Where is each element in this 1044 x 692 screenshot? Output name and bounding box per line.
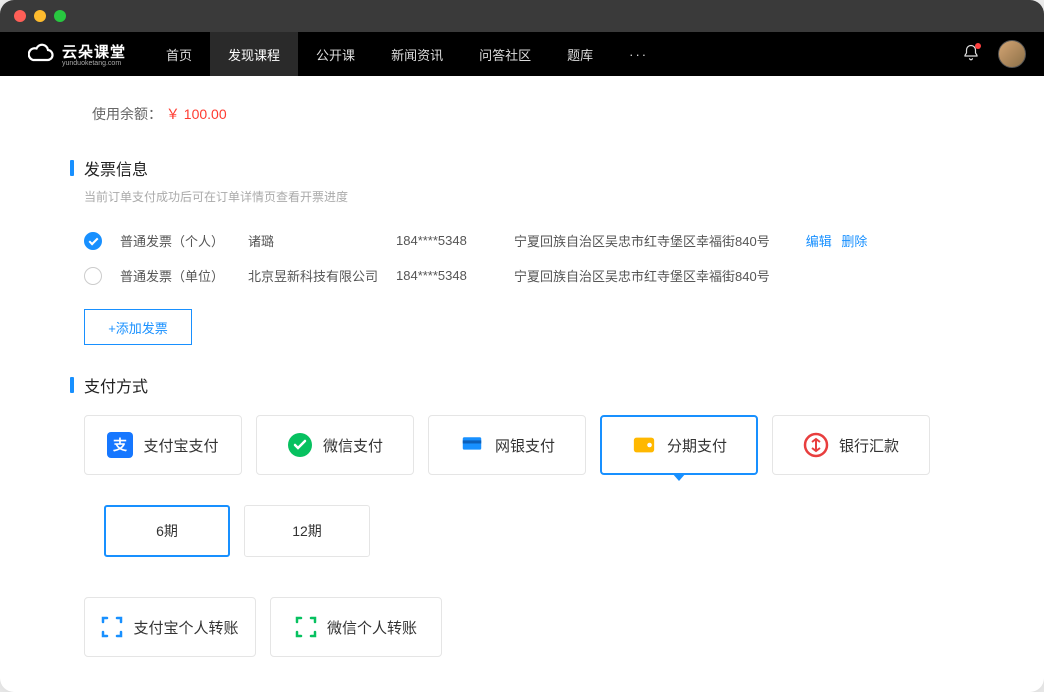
installment-options: 6期 12期 xyxy=(104,505,974,557)
invoice-radio-company[interactable] xyxy=(84,267,102,285)
logo[interactable]: 云朵课堂 yunduoketang.com xyxy=(28,41,126,67)
nav-question-bank[interactable]: 题库 xyxy=(549,32,611,76)
app-window: 云朵课堂 yunduoketang.com 首页 发现课程 公开课 新闻资讯 问… xyxy=(0,0,1044,692)
window-titlebar xyxy=(0,0,1044,32)
invoice-phone: 184****5348 xyxy=(396,233,496,248)
pay-bank-transfer[interactable]: 银行汇款 xyxy=(772,415,930,475)
invoice-address: 宁夏回族自治区吴忠市红寺堡区幸福街840号 xyxy=(514,266,770,285)
add-invoice-button[interactable]: +添加发票 xyxy=(84,309,192,345)
notification-badge xyxy=(975,43,981,49)
minimize-window-button[interactable] xyxy=(34,10,46,22)
user-avatar[interactable] xyxy=(998,40,1026,68)
installment-12[interactable]: 12期 xyxy=(244,505,370,557)
invoice-type: 普通发票（个人） xyxy=(120,231,230,250)
personal-transfer-row: 支付宝个人转账 微信个人转账 xyxy=(84,597,974,657)
maximize-window-button[interactable] xyxy=(54,10,66,22)
scan-bracket-icon xyxy=(101,616,123,638)
pay-installment[interactable]: 分期支付 xyxy=(600,415,758,475)
alipay-personal-transfer[interactable]: 支付宝个人转账 xyxy=(84,597,256,657)
nav-news[interactable]: 新闻资讯 xyxy=(373,32,461,76)
invoice-row-company: 普通发票（单位） 北京昱新科技有限公司 184****5348 宁夏回族自治区吴… xyxy=(70,258,974,293)
close-window-button[interactable] xyxy=(14,10,26,22)
nav-qa-community[interactable]: 问答社区 xyxy=(461,32,549,76)
cloud-logo-icon xyxy=(28,42,56,66)
invoice-address: 宁夏回族自治区吴忠市红寺堡区幸福街840号 xyxy=(514,231,770,250)
balance-label: 使用余额： xyxy=(92,106,162,122)
installment-6[interactable]: 6期 xyxy=(104,505,230,557)
pay-wechat[interactable]: 微信支付 xyxy=(256,415,414,475)
nav-discover-courses[interactable]: 发现课程 xyxy=(210,32,298,76)
pay-alipay[interactable]: 支 支付宝支付 xyxy=(84,415,242,475)
invoice-row-personal: 普通发票（个人） 诸璐 184****5348 宁夏回族自治区吴忠市红寺堡区幸福… xyxy=(70,223,974,258)
section-bar-icon xyxy=(70,377,74,393)
wallet-icon xyxy=(631,432,657,458)
invoice-actions: 编辑 删除 xyxy=(800,231,868,250)
scan-bracket-icon xyxy=(295,616,317,638)
invoice-delete-link[interactable]: 删除 xyxy=(841,234,867,249)
page-content: 使用余额： ￥ 100.00 发票信息 当前订单支付成功后可在订单详情页查看开票… xyxy=(0,76,1044,692)
nav-more[interactable]: ··· xyxy=(611,32,666,76)
invoice-name: 诸璐 xyxy=(248,231,378,250)
section-bar-icon xyxy=(70,160,74,176)
nav-open-class[interactable]: 公开课 xyxy=(298,32,373,76)
invoice-radio-personal[interactable] xyxy=(84,232,102,250)
wechat-personal-transfer[interactable]: 微信个人转账 xyxy=(270,597,442,657)
notifications-button[interactable] xyxy=(962,44,980,65)
alipay-icon: 支 xyxy=(107,432,133,458)
invoice-section-title: 发票信息 xyxy=(70,156,974,180)
nav-home[interactable]: 首页 xyxy=(148,32,210,76)
nav-right xyxy=(962,40,1026,68)
bank-transfer-icon xyxy=(803,432,829,458)
invoice-name: 北京昱新科技有限公司 xyxy=(248,266,378,285)
invoice-subtitle: 当前订单支付成功后可在订单详情页查看开票进度 xyxy=(84,188,974,205)
invoice-phone: 184****5348 xyxy=(396,268,496,283)
balance-row: 使用余额： ￥ 100.00 xyxy=(70,104,974,124)
top-nav: 云朵课堂 yunduoketang.com 首页 发现课程 公开课 新闻资讯 问… xyxy=(0,32,1044,76)
payment-section-title: 支付方式 xyxy=(70,373,974,397)
invoice-type: 普通发票（单位） xyxy=(120,266,230,285)
balance-amount: ￥ 100.00 xyxy=(166,106,227,122)
wechat-icon xyxy=(287,432,313,458)
svg-text:支: 支 xyxy=(112,437,128,453)
bank-card-icon xyxy=(459,432,485,458)
logo-text: 云朵课堂 yunduoketang.com xyxy=(62,41,126,67)
invoice-edit-link[interactable]: 编辑 xyxy=(806,234,832,249)
nav-items: 首页 发现课程 公开课 新闻资讯 问答社区 题库 ··· xyxy=(148,32,666,76)
pay-bank[interactable]: 网银支付 xyxy=(428,415,586,475)
payment-methods: 支 支付宝支付 微信支付 网银支付 分期支付 银行汇款 xyxy=(84,415,974,475)
